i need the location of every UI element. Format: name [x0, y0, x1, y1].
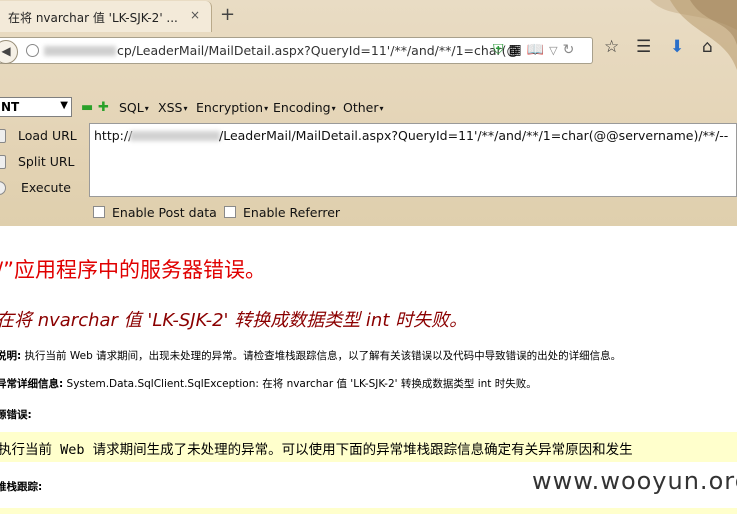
url-bar[interactable]: ◀ cp/LeaderMail/MailDetail.aspx?QueryId=… [0, 37, 593, 64]
minus-icon[interactable]: ▬ [81, 100, 93, 115]
new-tab-button[interactable]: + [220, 4, 235, 25]
back-arrow-icon[interactable]: ◀ [0, 40, 18, 64]
reader-view-icon[interactable]: 📖 [527, 42, 544, 58]
globe-icon [26, 44, 39, 57]
execute-button[interactable]: Execute [21, 180, 71, 195]
load-url-icon [0, 129, 6, 143]
load-url-button[interactable]: Load URL [18, 128, 77, 143]
page-content: /”应用程序中的服务器错误。 在将 nvarchar 值 'LK-SJK-2' … [0, 226, 737, 514]
split-url-button[interactable]: Split URL [18, 154, 75, 169]
hackbar-toolbar: NT ▼ ▬ ✚ SQL▾ XSS▾ Encryption▾ Encoding▾… [0, 95, 737, 119]
menu-encoding[interactable]: Encoding▾ [273, 100, 336, 115]
menu-other-label: Other [343, 100, 379, 115]
shield-icon[interactable]: ⛨ [493, 42, 504, 58]
source-error-heading: 源错误: [0, 407, 32, 422]
split-url-icon [0, 155, 6, 169]
bookmarks-list-icon[interactable]: ☰ [636, 37, 651, 57]
menu-encryption-label: Encryption [196, 100, 264, 115]
textarea-prefix: http:// [94, 128, 133, 143]
menu-encoding-label: Encoding [273, 100, 331, 115]
browser-chrome: 在将 nvarchar 值 'LK-SJK-2' ... × + ◀ cp/Le… [0, 0, 737, 226]
menu-sql-label: SQL [119, 100, 144, 115]
exception-details-line: 异常详细信息: System.Data.SqlClient.SqlExcepti… [0, 376, 537, 391]
source-error-label: 源错误: [0, 409, 32, 421]
dropdown-arrow-icon[interactable]: ▽ [549, 44, 557, 57]
menu-xss[interactable]: XSS▾ [158, 100, 187, 115]
tab-strip: 在将 nvarchar 值 'LK-SJK-2' ... × + [0, 0, 737, 32]
description-text: 执行当前 Web 请求期间，出现未处理的异常。请检查堆栈跟踪信息，以了解有关该错… [24, 350, 622, 362]
source-error-text: 执行当前 Web 请求期间生成了未处理的异常。可以使用下面的异常堆栈跟踪信息确定… [0, 442, 633, 458]
redacted-host [44, 46, 116, 56]
reload-icon[interactable]: ↻ [563, 42, 575, 58]
hackbar-select-value: NT [1, 100, 20, 114]
stack-trace-box [0, 508, 737, 514]
textarea-url-text: /LeaderMail/MailDetail.aspx?QueryId=11'/… [219, 128, 729, 143]
navigation-bar: ◀ cp/LeaderMail/MailDetail.aspx?QueryId=… [0, 32, 737, 68]
post-data-checkbox[interactable] [93, 206, 105, 218]
description-label: 说明: [0, 350, 22, 362]
tab-title: 在将 nvarchar 值 'LK-SJK-2' ... [8, 11, 178, 25]
hackbar-url-textarea[interactable]: http:// /LeaderMail/MailDetail.aspx?Quer… [89, 123, 737, 197]
error-subtitle: 在将 nvarchar 值 'LK-SJK-2' 转换成数据类型 int 时失败… [0, 310, 468, 331]
chevron-down-icon: ▼ [60, 100, 68, 111]
redacted-host-textarea [130, 131, 220, 141]
bookmark-star-icon[interactable]: ☆ [604, 37, 619, 57]
menu-sql[interactable]: SQL▾ [119, 100, 149, 115]
download-icon[interactable]: ⬇ [670, 37, 684, 57]
home-icon[interactable]: ⌂ [702, 37, 713, 57]
referrer-label: Enable Referrer [243, 205, 341, 220]
page-title: /”应用程序中的服务器错误。 [0, 258, 266, 282]
watermark: www.wooyun.org [532, 467, 737, 495]
tab-active[interactable]: 在将 nvarchar 值 'LK-SJK-2' ... × [0, 1, 212, 32]
exception-text: System.Data.SqlClient.SqlException: 在将 n… [66, 378, 537, 390]
menu-encryption[interactable]: Encryption▾ [196, 100, 268, 115]
url-bar-icons: ⛨ ▦ 📖 ▽ ↻ [493, 42, 579, 58]
post-data-label: Enable Post data [112, 205, 217, 220]
source-error-box: 执行当前 Web 请求期间生成了未处理的异常。可以使用下面的异常堆栈跟踪信息确定… [0, 432, 737, 462]
hackbar-select[interactable]: NT ▼ [0, 97, 72, 117]
qr-code-icon[interactable]: ▦ [509, 42, 522, 58]
referrer-checkbox[interactable] [224, 206, 236, 218]
description-line: 说明: 执行当前 Web 请求期间，出现未处理的异常。请检查堆栈跟踪信息，以了解… [0, 348, 621, 363]
tab-close-icon[interactable]: × [190, 8, 200, 22]
execute-icon [0, 181, 6, 195]
exception-label: 异常详细信息: [0, 378, 64, 390]
stack-trace-heading: 堆栈跟踪: [0, 479, 42, 494]
url-text[interactable]: cp/LeaderMail/MailDetail.aspx?QueryId=11… [117, 43, 519, 58]
menu-xss-label: XSS [158, 100, 183, 115]
stack-trace-label: 堆栈跟踪: [0, 481, 43, 493]
menu-other[interactable]: Other▾ [343, 100, 384, 115]
plus-icon[interactable]: ✚ [98, 100, 109, 115]
